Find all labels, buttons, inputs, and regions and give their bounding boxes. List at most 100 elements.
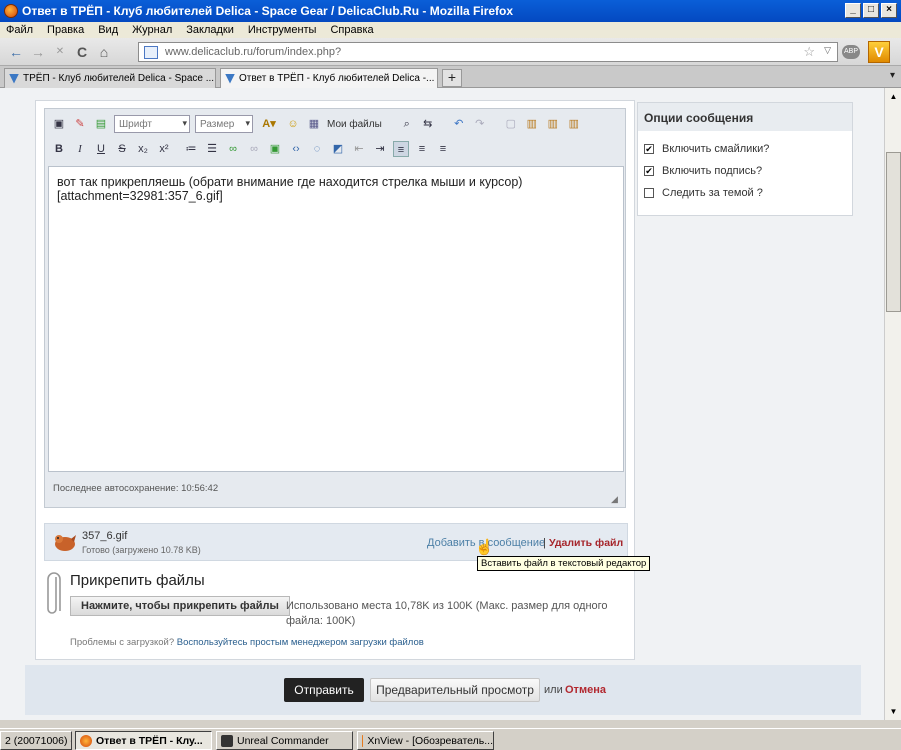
back-arrow-icon[interactable]: ←	[8, 44, 24, 60]
adblock-icon[interactable]: ABP	[842, 45, 860, 59]
upload-problems-note: Проблемы с загрузкой? Воспользуйтесь про…	[70, 637, 424, 648]
url-bar[interactable]: www.delicaclub.ru/forum/index.php? ☆ ▽	[138, 42, 838, 62]
menu-view[interactable]: Вид	[98, 24, 118, 36]
menu-file[interactable]: Файл	[6, 24, 33, 36]
subscript-button[interactable]: x₂	[135, 141, 151, 157]
simple-uploader-link[interactable]: Воспользуйтесь простым менеджером загруз…	[177, 637, 424, 648]
option-enable-smilies[interactable]: ✔ Включить смайлики?	[644, 143, 769, 155]
reload-icon[interactable]: C	[74, 44, 90, 60]
page-content: ▣ ✎ ▤ Шрифт Размер A▾ ☺ ▦ Мои файлы ⌕ ⇆ …	[0, 88, 884, 720]
new-tab-button[interactable]: +	[442, 69, 462, 87]
minimize-button[interactable]: _	[845, 3, 861, 18]
eraser-icon[interactable]: ✎	[72, 116, 88, 132]
preview-button[interactable]: Предварительный просмотр	[370, 678, 540, 702]
taskbar-item-xnview[interactable]: XnView - [Обозреватель...	[357, 731, 494, 750]
numbered-list-icon[interactable]: ☰	[204, 141, 220, 157]
my-files-icon[interactable]: ▦	[306, 116, 322, 132]
size-select[interactable]: Размер	[195, 115, 253, 133]
home-icon[interactable]: ⌂	[96, 44, 112, 60]
replace-icon[interactable]: ⇆	[420, 116, 436, 132]
form-footer: Отправить Предварительный просмотр или О…	[25, 665, 861, 715]
bullet-list-icon[interactable]: ≔	[183, 141, 199, 157]
delete-file-link[interactable]: Удалить файл	[549, 537, 623, 549]
code-icon[interactable]: ‹›	[288, 141, 304, 157]
cut-icon[interactable]: ▢	[503, 116, 519, 132]
redo-icon[interactable]: ↷	[472, 116, 488, 132]
upload-problems-text: Проблемы с загрузкой?	[70, 637, 175, 648]
option-enable-signature[interactable]: ✔ Включить подпись?	[644, 165, 762, 177]
spoiler-icon[interactable]: ◩	[330, 141, 346, 157]
window-title: Ответ в ТРЁП - Клуб любителей Delica - S…	[22, 4, 514, 18]
rich-text-editor: ▣ ✎ ▤ Шрифт Размер A▾ ☺ ▦ Мои файлы ⌕ ⇆ …	[44, 108, 626, 508]
superscript-button[interactable]: x²	[156, 141, 172, 157]
scrollbar-thumb[interactable]	[886, 152, 901, 312]
align-right-icon[interactable]: ≡	[435, 141, 451, 157]
tab-trep[interactable]: ТРЁП - Клуб любителей Delica - Space ...	[4, 68, 216, 88]
italic-button[interactable]: I	[72, 141, 88, 157]
option-follow-topic[interactable]: Следить за темой ?	[644, 187, 763, 199]
scroll-down-icon[interactable]: ▼	[887, 705, 900, 718]
site-identity-icon[interactable]	[144, 46, 158, 59]
unlink-icon[interactable]: ∞	[246, 141, 262, 157]
url-dropdown-icon[interactable]: ▽	[824, 45, 831, 56]
editor-toolbar-row-1: ▣ ✎ ▤ Шрифт Размер A▾ ☺ ▦ Мои файлы ⌕ ⇆ …	[51, 113, 582, 135]
cancel-link[interactable]: Отмена	[565, 684, 606, 696]
bold-button[interactable]: B	[51, 141, 67, 157]
align-left-icon[interactable]: ≡	[393, 141, 409, 157]
bookmark-star-icon[interactable]: ☆	[803, 44, 815, 60]
tab-label: Ответ в ТРЁП - Клуб любителей Delica -..…	[239, 73, 435, 84]
taskbar-item-unreal[interactable]: Unreal Commander	[216, 731, 353, 750]
font-select[interactable]: Шрифт	[114, 115, 190, 133]
source-mode-icon[interactable]: ▣	[51, 116, 67, 132]
my-files-button[interactable]: Мои файлы	[327, 119, 382, 130]
tab-list-icon[interactable]: ▾	[890, 70, 895, 81]
align-center-icon[interactable]: ≡	[414, 141, 430, 157]
task-label: 2 (20071006) - ...	[5, 734, 71, 747]
menu-tools[interactable]: Инструменты	[248, 24, 317, 36]
storage-usage-text: Использовано места 10,78K из 100K (Макс.…	[286, 600, 608, 627]
paste-word-icon[interactable]: ▥	[566, 116, 582, 132]
quote-icon[interactable]: ◌	[309, 141, 325, 157]
firefox-icon	[4, 4, 18, 18]
tab-reply[interactable]: Ответ в ТРЁП - Клуб любителей Delica -..…	[220, 68, 438, 88]
smilies-checkbox[interactable]: ✔	[644, 144, 654, 154]
outdent-icon[interactable]: ⇤	[351, 141, 367, 157]
paste-plain-icon[interactable]: ▤	[93, 116, 109, 132]
find-icon[interactable]: ⌕	[399, 116, 415, 132]
copy-icon[interactable]: ▥	[524, 116, 540, 132]
follow-checkbox[interactable]	[644, 188, 654, 198]
menu-edit[interactable]: Правка	[47, 24, 84, 36]
window-title-bar[interactable]: Ответ в ТРЁП - Клуб любителей Delica - S…	[0, 0, 901, 22]
close-button[interactable]: ×	[881, 3, 897, 18]
message-textarea[interactable]: вот так прикрепляешь (обрати внимание гд…	[48, 166, 624, 472]
undo-icon[interactable]: ↶	[451, 116, 467, 132]
taskbar-item-firefox[interactable]: Ответ в ТРЁП - Клу...	[75, 731, 212, 750]
tab-label: ТРЁП - Клуб любителей Delica - Space ...	[23, 73, 215, 84]
menu-history[interactable]: Журнал	[132, 24, 172, 36]
menu-bookmarks[interactable]: Закладки	[186, 24, 234, 36]
url-text: www.delicaclub.ru/forum/index.php?	[165, 46, 342, 58]
forward-arrow-icon[interactable]: →	[30, 44, 46, 60]
vertical-scrollbar[interactable]: ▲ ▼	[884, 88, 901, 720]
taskbar-item-prev[interactable]: 2 (20071006) - ...	[0, 731, 72, 750]
message-line-1: вот так прикрепляешь (обрати внимание гд…	[57, 175, 523, 189]
image-icon[interactable]: ▣	[267, 141, 283, 157]
maximize-button[interactable]: □	[863, 3, 879, 18]
indent-icon[interactable]: ⇥	[372, 141, 388, 157]
stop-icon[interactable]: ✕	[52, 44, 68, 60]
smiley-icon[interactable]: ☺	[285, 116, 301, 132]
xnview-icon	[362, 734, 364, 747]
attach-files-button[interactable]: Нажмите, чтобы прикрепить файлы	[70, 596, 290, 616]
strikethrough-button[interactable]: S	[114, 141, 130, 157]
menu-help[interactable]: Справка	[330, 24, 373, 36]
text-color-icon[interactable]: A▾	[258, 116, 280, 132]
resize-handle-icon[interactable]: ◢	[611, 494, 621, 504]
send-button[interactable]: Отправить	[284, 678, 364, 702]
paste-icon[interactable]: ▥	[545, 116, 561, 132]
scroll-up-icon[interactable]: ▲	[887, 90, 900, 103]
signature-checkbox[interactable]: ✔	[644, 166, 654, 176]
addon-v-icon[interactable]: V	[868, 41, 890, 63]
underline-button[interactable]: U	[93, 141, 109, 157]
navigation-toolbar: ← → ✕ C ⌂ www.delicaclub.ru/forum/index.…	[0, 38, 901, 66]
link-icon[interactable]: ∞	[225, 141, 241, 157]
